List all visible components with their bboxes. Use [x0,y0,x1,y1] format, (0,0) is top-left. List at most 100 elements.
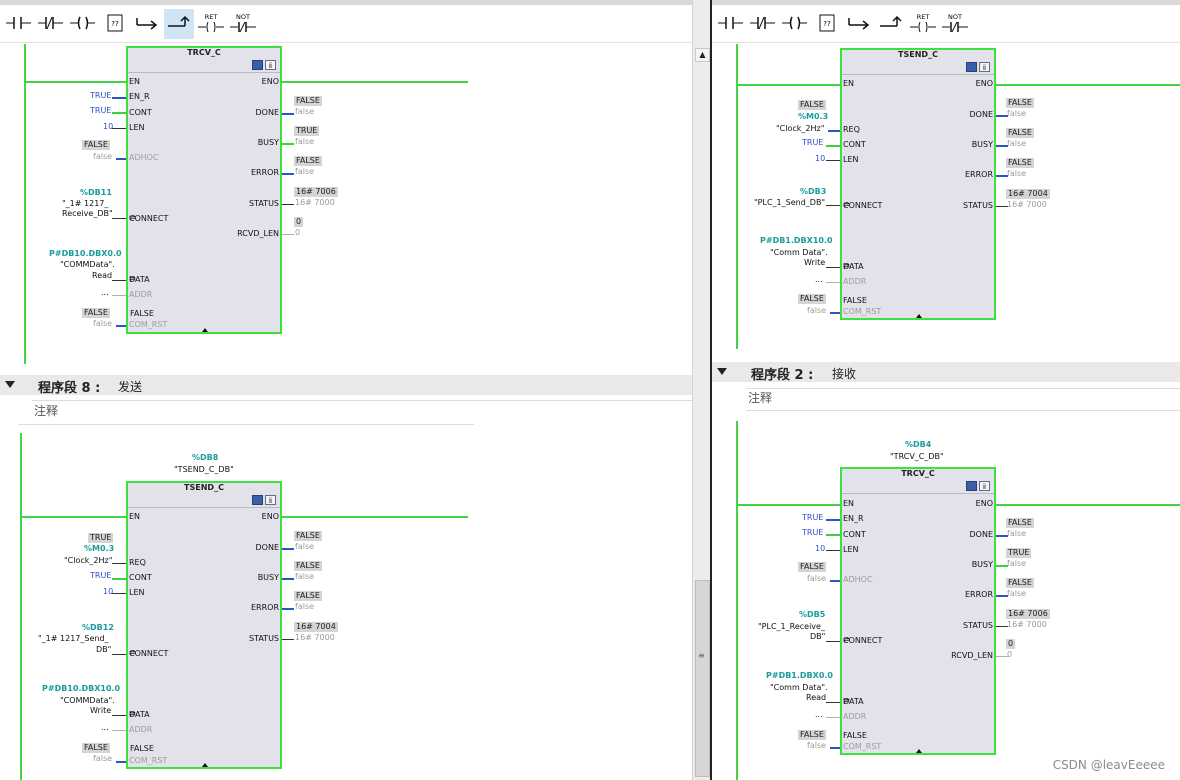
eno-wire [994,504,1180,506]
collapse-triangle-icon[interactable] [717,368,727,375]
expand-caret-icon[interactable] [202,763,208,767]
data-name2: Write [804,258,826,267]
error-box: FALSE [1006,158,1034,168]
input-wire [830,747,840,749]
pin-en: EN [843,499,855,508]
contact-no-button[interactable] [4,9,34,39]
network-name: 程序段 2 : [751,368,814,383]
data-pointer: P#DB1.DBX0.0 [766,671,833,680]
eno-wire [280,81,468,83]
expand-caret-icon[interactable] [202,328,208,332]
rcvd-len-value: 0 [295,228,301,237]
parameter-icon[interactable]: ⅱ [979,62,990,72]
pin-len: LEN [843,545,859,554]
network-icon[interactable] [966,62,977,72]
input-wire [112,97,126,99]
network-comment: 注释 [34,404,59,418]
connect-db: %DB5 [799,610,826,619]
en-r-value: TRUE [90,91,112,100]
input-wire [826,282,840,283]
en-r-value: TRUE [802,513,824,522]
expand-caret-icon[interactable] [916,314,922,318]
coil-button[interactable] [780,9,810,39]
parameter-icon[interactable]: ⅱ [979,481,990,491]
network-comment: 注释 [748,391,773,405]
close-branch-button[interactable] [164,9,194,39]
parameter-icon[interactable]: ⅱ [265,60,276,70]
contact-nc-button[interactable] [748,9,778,39]
pin-busy: BUSY [971,560,993,569]
busy-value: false [295,137,315,146]
com-rst-box: FALSE [798,294,826,304]
connect-arrow-icon: ⇌ [129,648,136,657]
input-wire [112,218,126,219]
com-rst-value: false [93,319,113,328]
svg-text:RET: RET [205,13,218,21]
close-branch-button[interactable] [876,9,906,39]
output-wire [282,173,294,175]
scrollbar-thumb[interactable] [695,580,710,777]
status-box: 16# 7004 [294,622,338,632]
com-rst-inner-value: FALSE [843,296,867,305]
network-header-2[interactable]: 程序段 2 : 接收 [712,362,1180,383]
input-wire [112,654,126,655]
empty-box-button[interactable]: ?? [100,9,130,39]
done-box: FALSE [294,531,322,541]
parameter-icon[interactable]: ⅱ [265,495,276,505]
not-button[interactable]: NOT [940,9,970,39]
coil-button[interactable] [68,9,98,39]
input-wire [826,267,840,268]
comment-divider [746,388,1180,389]
busy-box: TRUE [1006,548,1032,558]
pin-eno: ENO [261,77,279,86]
right-editor-pane: ?? RET NOT TSEND_C ⅱ EN REQ CONT LEN CONNECT DATA… [712,0,1180,780]
empty-box-icon: ?? [101,12,129,36]
expand-caret-icon[interactable] [916,749,922,753]
done-box: FALSE [1006,518,1034,528]
contact-no-button[interactable] [716,9,746,39]
busy-box: FALSE [294,561,322,571]
network-icon[interactable] [252,495,263,505]
coil-icon [69,12,97,36]
instance-db-name: "TSEND_C_DB" [174,465,234,474]
open-branch-button[interactable] [132,9,162,39]
status-value: 16# 7000 [295,198,335,207]
contact-nc-button[interactable] [36,9,66,39]
network-icon[interactable] [252,60,263,70]
pin-busy: BUSY [971,140,993,149]
pin-cont: CONT [843,530,866,539]
input-wire [112,128,126,129]
scroll-up-icon[interactable]: ▲ [695,48,710,62]
en-wire [736,84,840,86]
close-branch-icon [165,12,193,36]
com-rst-inner-value: FALSE [130,744,154,753]
pin-done: DONE [969,110,994,119]
data-name2: Read [806,693,827,702]
open-branch-icon [845,12,873,36]
en-wire [24,81,128,83]
pin-done: DONE [969,530,994,539]
com-rst-box: FALSE [798,730,826,740]
return-button[interactable]: RET [196,9,226,39]
network-header-8[interactable]: 程序段 8 : 发送 [0,375,692,396]
input-wire [112,578,126,580]
len-value: 10 [103,122,114,131]
pin-cont: CONT [843,140,866,149]
pin-done: DONE [255,108,280,117]
done-value: false [295,107,315,116]
input-wire [830,580,840,582]
return-button[interactable]: RET [908,9,938,39]
connect-name2: DB" [96,645,112,654]
input-wire [826,717,840,718]
input-wire [112,295,126,296]
vertical-scrollbar[interactable]: ▲ ≡ [692,0,711,780]
open-branch-button[interactable] [844,9,874,39]
network-icon[interactable] [966,481,977,491]
output-wire [282,113,294,115]
collapse-triangle-icon[interactable] [5,381,15,388]
busy-value: false [1007,559,1027,568]
data-name1: "Comm Data". [770,248,828,257]
empty-box-button[interactable]: ?? [812,9,842,39]
pin-com_rst: COM_RST [843,742,882,751]
not-button[interactable]: NOT [228,9,258,39]
